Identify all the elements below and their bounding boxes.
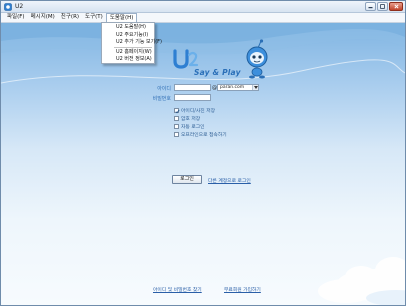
login-panel: Say & Play 아이디 @ paran.com 비밀번호 아이디/사진 저… bbox=[1, 23, 405, 305]
maximize-button[interactable] bbox=[377, 2, 388, 11]
auto-login-checkbox[interactable] bbox=[174, 124, 179, 129]
id-input[interactable] bbox=[174, 84, 211, 91]
check-icon bbox=[175, 109, 180, 114]
offline-login-label: 오프라인으로 접속하기 bbox=[181, 133, 227, 138]
find-id-password-link[interactable]: 아이디 및 비밀번호 찾기 bbox=[153, 286, 202, 293]
password-input[interactable] bbox=[174, 94, 211, 101]
save-id-label: 아이디/사진 저장 bbox=[181, 109, 216, 114]
login-button[interactable]: 로그인 bbox=[172, 175, 202, 184]
maximize-icon bbox=[380, 4, 385, 9]
menu-friends[interactable]: 친구(R) bbox=[58, 13, 82, 22]
offline-login-checkbox[interactable] bbox=[174, 132, 179, 137]
title-bar[interactable]: U2 bbox=[1, 1, 405, 13]
menu-item-more-features[interactable]: U2 추가 기능 보기(F) bbox=[102, 39, 162, 47]
auto-login-option[interactable]: 자동 로그인 bbox=[174, 123, 205, 130]
menu-bar: 파일(F) 메시지(M) 친구(R) 도구(T) 도움말(H) bbox=[1, 13, 405, 23]
offline-login-option[interactable]: 오프라인으로 접속하기 bbox=[174, 131, 227, 138]
save-password-option[interactable]: 암호 저장 bbox=[174, 115, 200, 122]
password-label: 비밀번호 bbox=[152, 96, 171, 102]
menu-message[interactable]: 메시지(M) bbox=[28, 13, 58, 22]
save-password-label: 암호 저장 bbox=[181, 117, 201, 122]
save-id-option[interactable]: 아이디/사진 저장 bbox=[174, 107, 215, 114]
save-id-checkbox[interactable] bbox=[174, 108, 180, 114]
mascot-icon bbox=[246, 39, 268, 79]
domain-select[interactable]: paran.com bbox=[217, 84, 259, 91]
domain-dropdown-button[interactable] bbox=[252, 85, 258, 90]
signup-link[interactable]: 무료회원 가입하기 bbox=[224, 286, 261, 293]
menu-item-help[interactable]: U2 도움말(H) bbox=[102, 24, 154, 32]
save-password-checkbox[interactable] bbox=[174, 116, 179, 121]
menu-item-homepage[interactable]: U2 홈페이지(W) bbox=[102, 49, 154, 57]
menu-tools[interactable]: 도구(T) bbox=[82, 13, 106, 22]
menu-file[interactable]: 파일(F) bbox=[4, 13, 28, 22]
app-icon bbox=[4, 3, 12, 11]
help-menu-dropdown: U2 도움말(H) U2 주요기능(I) U2 추가 기능 보기(F) U2 홈… bbox=[101, 22, 162, 64]
menu-item-key-features[interactable]: U2 주요기능(I) bbox=[102, 32, 154, 40]
window-title: U2 bbox=[15, 3, 24, 10]
auto-login-label: 자동 로그인 bbox=[181, 125, 205, 130]
close-icon bbox=[393, 4, 399, 9]
menu-help[interactable]: 도움말(H) bbox=[105, 13, 138, 22]
minimize-icon bbox=[368, 7, 373, 9]
close-button[interactable] bbox=[389, 2, 403, 11]
menu-item-version-info[interactable]: U2 버전 정보(A) bbox=[102, 56, 154, 64]
minimize-button[interactable] bbox=[365, 2, 376, 11]
id-label: 아이디 bbox=[157, 86, 171, 92]
messenger-window: U2 파일(F) 메시지(M) 친구(R) 도구(T) 도움말(H) Say &… bbox=[0, 0, 406, 306]
domain-value: paran.com bbox=[220, 85, 245, 90]
slogan: Say & Play bbox=[194, 68, 241, 77]
chevron-down-icon bbox=[253, 86, 258, 89]
other-account-login-link[interactable]: 다른 계정으로 로그인 bbox=[208, 177, 251, 184]
window-controls bbox=[365, 2, 403, 11]
